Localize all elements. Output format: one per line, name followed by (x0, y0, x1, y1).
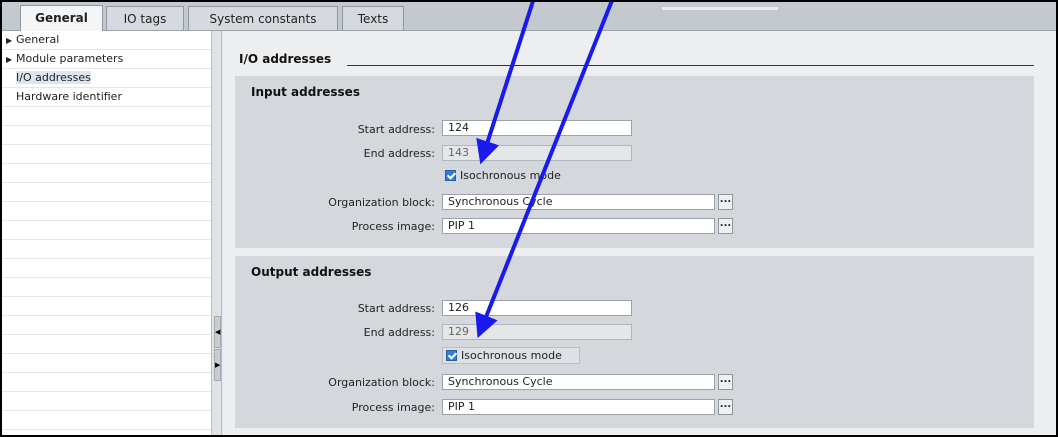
section-title: I/O addresses (239, 52, 332, 66)
properties-content: I/O addresses Input addresses Start addr… (223, 31, 1056, 435)
nav-item-label: Hardware identifier (16, 90, 122, 103)
nav-item-hardware-identifier[interactable]: Hardware identifier (2, 88, 211, 107)
input-process-image-field[interactable]: PIP 1 (442, 218, 715, 234)
tab-io-tags[interactable]: IO tags (106, 6, 184, 30)
input-addresses-title: Input addresses (251, 85, 360, 99)
isochronous-label: Isochronous mode (460, 169, 561, 182)
nav-item-label: General (16, 33, 60, 46)
output-end-address-field: 129 (442, 324, 632, 340)
process-image-label: Process image: (351, 220, 435, 233)
isochronous-label: Isochronous mode (461, 349, 562, 362)
navigation-panel: ▶ General ▶ Module parameters I/O addresse… (2, 31, 211, 435)
panel-splitter[interactable]: ◀ ▶ (211, 31, 222, 435)
nav-item-label: Module parameters (16, 52, 124, 65)
start-address-label: Start address: (357, 123, 435, 136)
output-process-image-field[interactable]: PIP 1 (442, 399, 715, 415)
tab-bar-highlight (662, 7, 778, 10)
organization-block-label: Organization block: (328, 196, 435, 209)
input-addresses-group: Input addresses Start address: 124 End a… (235, 76, 1034, 248)
input-ob-browse-button[interactable]: ... (718, 194, 733, 210)
collapse-left-button[interactable]: ◀ (214, 316, 221, 348)
input-pi-browse-button[interactable]: ... (718, 218, 733, 234)
arrow-left-icon: ◀ (215, 328, 221, 336)
output-addresses-title: Output addresses (251, 265, 372, 279)
input-isochronous-checkbox[interactable]: Isochronous mode (442, 168, 582, 185)
organization-block-label: Organization block: (328, 376, 435, 389)
output-organization-block-field[interactable]: Synchronous Cycle (442, 374, 715, 390)
tab-texts[interactable]: Texts (342, 6, 404, 30)
end-address-label: End address: (363, 326, 435, 339)
expand-arrow-icon[interactable]: ▶ (6, 32, 16, 49)
nav-item-label: I/O addresses (16, 71, 91, 84)
start-address-label: Start address: (357, 302, 435, 315)
properties-window: General IO tags System constants Texts ▶… (0, 0, 1058, 437)
input-start-address-field[interactable]: 124 (442, 120, 632, 136)
output-start-address-field[interactable]: 126 (442, 300, 632, 316)
checkbox-checked-icon[interactable] (446, 350, 457, 361)
nav-item-io-addresses[interactable]: I/O addresses (2, 69, 211, 88)
output-ob-browse-button[interactable]: ... (718, 374, 733, 390)
expand-arrow-icon[interactable]: ▶ (6, 51, 16, 68)
checkbox-checked-icon[interactable] (445, 170, 456, 181)
tab-bar: General IO tags System constants Texts (2, 2, 1056, 31)
nav-item-general[interactable]: ▶ General (2, 31, 211, 50)
expand-right-button[interactable]: ▶ (214, 349, 221, 381)
process-image-label: Process image: (351, 401, 435, 414)
input-organization-block-field[interactable]: Synchronous Cycle (442, 194, 715, 210)
end-address-label: End address: (363, 147, 435, 160)
tab-general[interactable]: General (20, 5, 103, 31)
arrow-right-icon: ▶ (215, 361, 221, 369)
nav-item-module-parameters[interactable]: ▶ Module parameters (2, 50, 211, 69)
output-pi-browse-button[interactable]: ... (718, 399, 733, 415)
output-addresses-group: Output addresses Start address: 126 End … (235, 256, 1034, 428)
input-end-address-field: 143 (442, 145, 632, 161)
section-divider (347, 65, 1034, 66)
output-isochronous-checkbox[interactable]: Isochronous mode (442, 347, 580, 364)
tab-system-constants[interactable]: System constants (188, 6, 338, 30)
